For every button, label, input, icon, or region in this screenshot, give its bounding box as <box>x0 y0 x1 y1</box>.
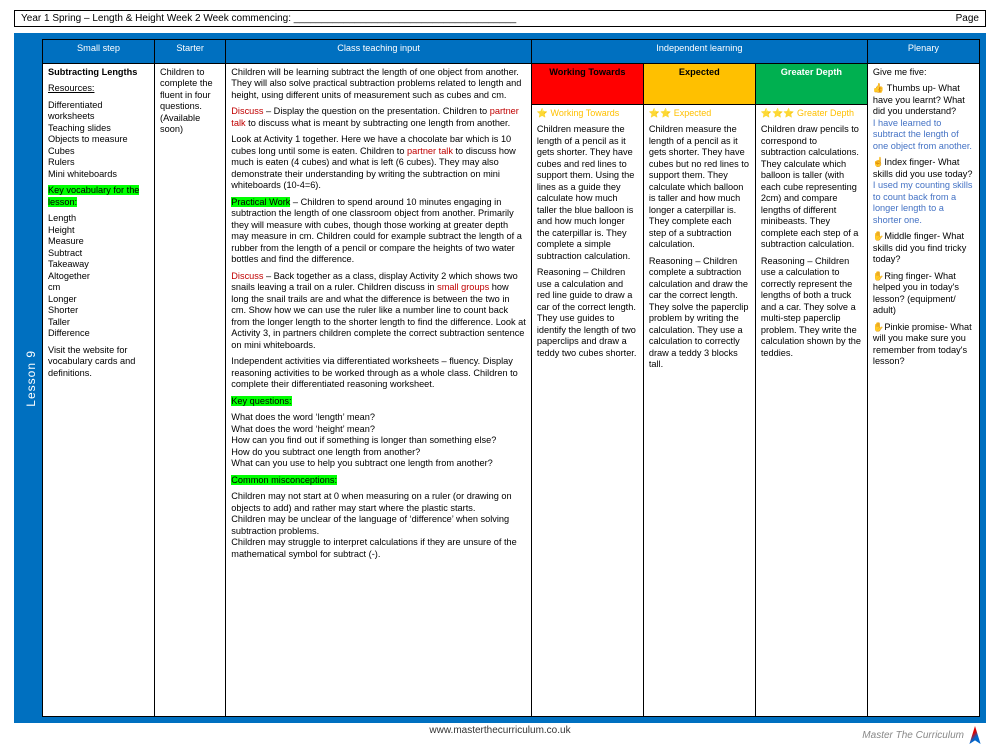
ex-stars: ⭐⭐ Expected <box>649 108 750 119</box>
gd-reason: Reasoning – Children use a calculation t… <box>761 256 862 360</box>
teach-indep: Independent activities via differentiate… <box>231 356 526 391</box>
sub-wt: Working Towards <box>531 63 643 104</box>
visit-note: Visit the website for vocabulary cards a… <box>48 345 149 380</box>
small-step-title: Subtracting Lengths <box>48 67 149 79</box>
hdr-teaching: Class teaching input <box>226 40 532 64</box>
lesson-tab: Lesson 9 <box>20 39 42 717</box>
plenary-pinkie: ✋Pinkie promise- What will you make sure… <box>873 322 974 368</box>
sub-header-row: Subtracting Lengths Resources: Different… <box>43 63 980 104</box>
plenary-intro: Give me five: <box>873 67 974 79</box>
teach-intro: Children will be learning subtract the l… <box>231 67 526 102</box>
watermark: Master The Curriculum <box>862 726 982 744</box>
ex-body: Children measure the length of a pencil … <box>649 124 750 251</box>
plan-table: Small step Starter Class teaching input … <box>42 39 980 717</box>
hdr-starter: Starter <box>155 40 226 64</box>
teach-practical: Practical Work – Children to spend aroun… <box>231 197 526 266</box>
teach-discuss1: Discuss – Display the question on the pr… <box>231 106 526 129</box>
teach-activity1: Look at Activity 1 together. Here we hav… <box>231 134 526 192</box>
top-bar: Year 1 Spring – Length & Height Week 2 W… <box>14 10 986 27</box>
footer-url: www.masterthecurriculum.co.uk <box>14 725 986 736</box>
plenary-middle: ✋Middle finger- What skills did you find… <box>873 231 974 266</box>
gd-stars: ⭐⭐⭐ Greater Depth <box>761 108 862 119</box>
gd-body: Children draw pencils to correspond to s… <box>761 124 862 251</box>
keyq-list: What does the word ‘length’ mean? What d… <box>231 412 526 470</box>
hdr-independent: Independent learning <box>531 40 867 64</box>
cell-teaching: Children will be learning subtract the l… <box>226 63 532 716</box>
wt-reason: Reasoning – Children use a calculation a… <box>537 267 638 359</box>
misc-list: Children may not start at 0 when measuri… <box>231 491 526 560</box>
cell-starter: Children to complete the fluent in four … <box>155 63 226 716</box>
sub-gd: Greater Depth <box>755 63 867 104</box>
cell-gd: ⭐⭐⭐ Greater Depth Children draw pencils … <box>755 105 867 717</box>
pen-icon <box>968 726 982 744</box>
wt-stars: ⭐ Working Towards <box>537 108 638 119</box>
ex-reason: Reasoning – Children complete a subtract… <box>649 256 750 371</box>
plenary-index: ☝️Index finger- What skills did you use … <box>873 157 974 226</box>
keyq-label: Key questions: <box>231 396 291 406</box>
plenary-thumb: 👍 Thumbs up- What have you learnt? What … <box>873 83 974 152</box>
vocab-list: Length Height Measure Subtract Takeaway … <box>48 213 149 340</box>
top-right: Page <box>956 13 979 24</box>
header-row: Small step Starter Class teaching input … <box>43 40 980 64</box>
plenary-ring: ✋Ring finger- What helped you in today's… <box>873 271 974 317</box>
cell-smallstep: Subtracting Lengths Resources: Different… <box>43 63 155 716</box>
sub-ex: Expected <box>643 63 755 104</box>
misc-label: Common misconceptions: <box>231 475 337 485</box>
cell-plenary: Give me five: 👍 Thumbs up- What have you… <box>867 63 979 716</box>
hdr-plenary: Plenary <box>867 40 979 64</box>
top-left: Year 1 Spring – Length & Height Week 2 W… <box>21 13 516 24</box>
lesson-plan-page: Year 1 Spring – Length & Height Week 2 W… <box>0 0 1000 750</box>
wt-body: Children measure the length of a pencil … <box>537 124 638 262</box>
teach-discuss2: Discuss – Back together as a class, disp… <box>231 271 526 352</box>
cell-wt: ⭐ Working Towards Children measure the l… <box>531 105 643 717</box>
keyvocab-label: Key vocabulary for the lesson: <box>48 185 139 207</box>
hdr-smallstep: Small step <box>43 40 155 64</box>
resources-list: Differentiated worksheets Teaching slide… <box>48 100 149 181</box>
cell-ex: ⭐⭐ Expected Children measure the length … <box>643 105 755 717</box>
outer-frame: Lesson 9 Small step Starter Class teachi… <box>14 33 986 723</box>
resources-label: Resources: <box>48 83 149 95</box>
